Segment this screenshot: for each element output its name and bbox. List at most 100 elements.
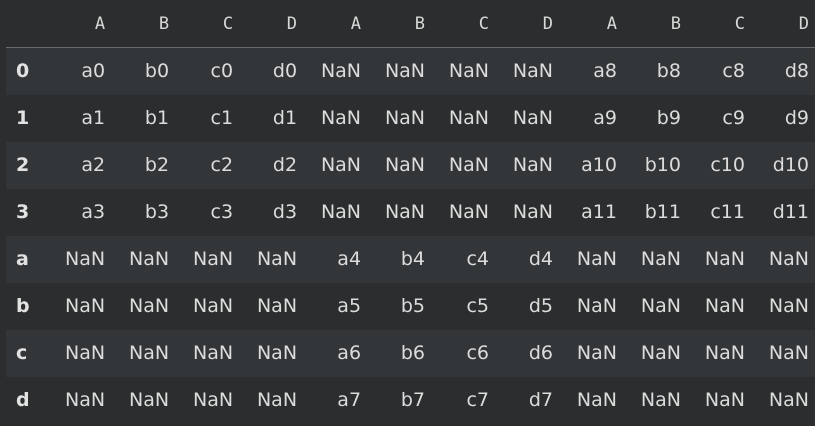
index-header-corner	[6, 0, 48, 48]
table-cell: d9	[784, 107, 809, 129]
table-cell: NaN	[640, 389, 681, 411]
table-cell: NaN	[192, 248, 234, 270]
column-header: B	[622, 0, 687, 48]
row-index-label: d	[16, 389, 30, 411]
column-header: D	[239, 0, 304, 48]
table-cell: c7	[466, 389, 489, 411]
table-cell: c0	[210, 60, 234, 83]
table-cell: NaN	[384, 107, 426, 129]
table-cell: NaN	[576, 295, 617, 317]
table-cell: NaN	[129, 248, 170, 270]
table-row: a NaN NaN NaN NaN a4 b4 c4 d4 NaN NaN NaN NaN	[6, 235, 815, 283]
table-cell: c3	[210, 201, 234, 223]
table-cell: NaN	[129, 389, 170, 411]
column-header: D	[495, 0, 559, 48]
table-cell: NaN	[448, 201, 489, 223]
table-cell: d6	[528, 342, 553, 364]
table-cell: d7	[528, 389, 553, 411]
table-cell: NaN	[65, 248, 106, 270]
table-cell: NaN	[448, 107, 489, 129]
table-cell: NaN	[320, 154, 362, 176]
table-cell: NaN	[192, 295, 234, 317]
row-index-label: 2	[16, 154, 30, 176]
table-cell: NaN	[65, 389, 106, 411]
table-cell: b7	[400, 389, 426, 411]
table-cell: a6	[337, 342, 362, 364]
row-index-label: 3	[16, 201, 30, 223]
column-header: D	[750, 0, 815, 48]
table-cell: b0	[144, 60, 170, 83]
table-cell: NaN	[384, 154, 426, 176]
table-cell: a5	[337, 295, 362, 317]
table-cell: NaN	[704, 248, 745, 270]
column-header: A	[303, 0, 368, 48]
table-cell: NaN	[256, 295, 298, 317]
row-index-label: 0	[16, 60, 30, 83]
table-cell: b11	[644, 201, 681, 223]
table-cell: a7	[337, 389, 362, 411]
table-cell: NaN	[256, 248, 298, 270]
table-cell: NaN	[448, 154, 489, 176]
table-cell: d2	[272, 154, 298, 176]
table-cell: NaN	[576, 389, 617, 411]
table-cell: NaN	[768, 342, 809, 364]
table-cell: d8	[784, 60, 809, 83]
header-row: A B C D A B C D A B C D	[6, 0, 815, 48]
table-cell: b10	[644, 154, 681, 176]
table-cell: a3	[81, 201, 106, 223]
table-cell: NaN	[512, 60, 553, 83]
table-cell: NaN	[192, 342, 234, 364]
table-cell: d10	[772, 154, 809, 176]
table-cell: c4	[466, 248, 489, 270]
table-cell: NaN	[640, 342, 681, 364]
table-cell: NaN	[256, 389, 298, 411]
table-row: d NaN NaN NaN NaN a7 b7 c7 d7 NaN NaN NaN NaN	[6, 376, 815, 424]
table-cell: NaN	[65, 342, 106, 364]
table-cell: NaN	[640, 248, 681, 270]
table-cell: b8	[656, 60, 681, 83]
table-cell: NaN	[65, 295, 106, 317]
table-cell: NaN	[384, 201, 426, 223]
table-cell: NaN	[640, 295, 681, 317]
table-cell: c2	[210, 154, 234, 176]
table-cell: b1	[144, 107, 170, 129]
table-cell: c11	[710, 201, 745, 223]
column-header: C	[686, 0, 751, 48]
table-cell: b5	[400, 295, 426, 317]
row-index-label: b	[16, 295, 30, 317]
table-cell: a0	[81, 60, 106, 83]
table-cell: d5	[528, 295, 553, 317]
column-header: B	[367, 0, 432, 48]
column-header: C	[175, 0, 240, 48]
table-cell: c10	[710, 154, 745, 176]
table-cell: NaN	[192, 389, 234, 411]
table-cell: a1	[81, 107, 106, 129]
column-header: B	[111, 0, 176, 48]
table-cell: b2	[144, 154, 170, 176]
table-cell: NaN	[768, 248, 809, 270]
table-cell: c1	[210, 107, 234, 129]
table-cell: NaN	[704, 295, 745, 317]
table-cell: d1	[272, 107, 298, 129]
dataframe-table: A B C D A B C D A B C D 0 a0 b0 c0 d0 NaN NaN N…	[6, 0, 815, 424]
table-cell: c8	[722, 60, 745, 83]
table-row: 3 a3 b3 c3 d3 NaN NaN NaN NaN a11 b11 c11 d11	[6, 188, 815, 236]
table-cell: NaN	[129, 342, 170, 364]
table-cell: a8	[593, 60, 617, 83]
table-row: 1 a1 b1 c1 d1 NaN NaN NaN NaN a9 b9 c9 d9	[6, 94, 815, 142]
table-cell: a10	[581, 154, 617, 176]
row-index-label: 1	[16, 107, 30, 129]
table-cell: b6	[400, 342, 426, 364]
table-cell: b3	[144, 201, 170, 223]
table-row: 2 a2 b2 c2 d2 NaN NaN NaN NaN a10 b10 c10 d10	[6, 141, 815, 189]
table-row: 0 a0 b0 c0 d0 NaN NaN NaN NaN a8 b8 c8 d8	[6, 47, 815, 95]
table-cell: b4	[400, 248, 426, 270]
table-cell: NaN	[512, 201, 553, 223]
table-cell: d0	[272, 60, 298, 83]
column-header: A	[558, 0, 623, 48]
table-cell: NaN	[576, 342, 617, 364]
table-cell: NaN	[704, 342, 745, 364]
table-cell: NaN	[129, 295, 170, 317]
table-cell: NaN	[704, 389, 745, 411]
table-cell: c6	[466, 342, 489, 364]
